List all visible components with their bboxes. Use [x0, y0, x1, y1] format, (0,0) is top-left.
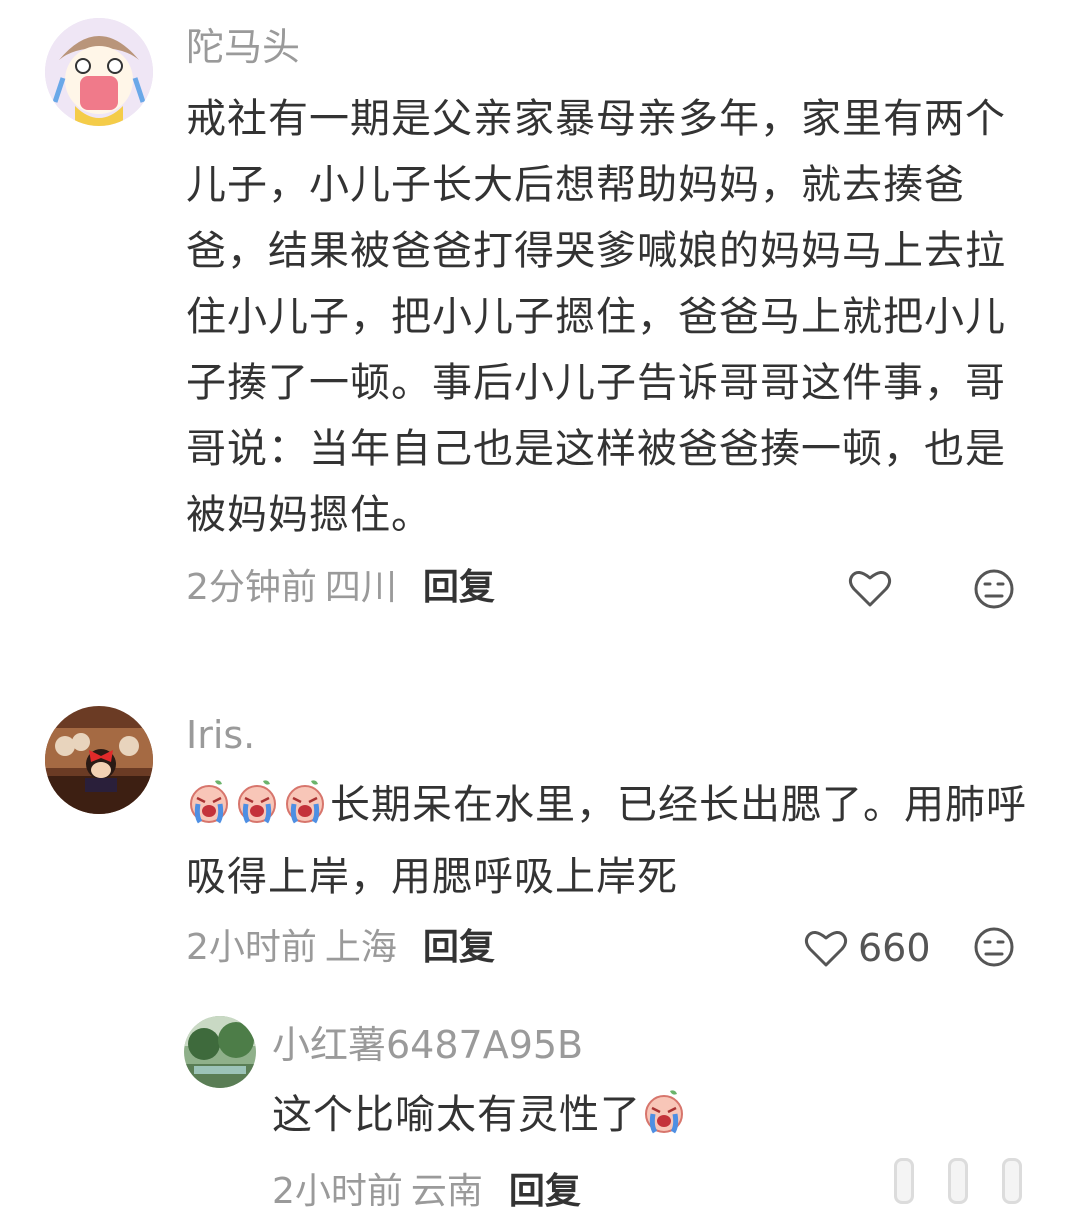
timestamp: 2小时前: [272, 1171, 403, 1212]
comment-text: 长期呆在水里，已经长出腮了。用肺呼吸得上岸，用腮呼吸上岸死: [186, 772, 1036, 910]
neutral-face-icon: [974, 569, 1014, 609]
dislike-button[interactable]: [973, 568, 1015, 610]
comment-text: 戒社有一期是父亲家暴母亲多年，家里有两个儿子，小儿子长大后想帮助妈妈，就去揍爸爸…: [186, 96, 1006, 538]
heart-outline-icon: [848, 571, 892, 607]
username[interactable]: Iris.: [186, 712, 255, 758]
comment-meta: 2分钟前 四川 回复: [186, 566, 495, 610]
comment-item: 陀马头 戒社有一期是父亲家暴母亲多年，家里有两个儿子，小儿子长大后想帮助妈妈，就…: [0, 0, 1080, 640]
reply-button[interactable]: 回复: [509, 1171, 581, 1212]
avatar[interactable]: [45, 18, 153, 126]
system-nav-indicator: [894, 1158, 1022, 1204]
like-button[interactable]: 660: [804, 926, 931, 970]
heart-outline-icon: [804, 931, 848, 967]
avatar[interactable]: [184, 1016, 256, 1088]
timestamp: 2小时前: [186, 927, 317, 968]
username[interactable]: 小红薯6487A95B: [272, 1022, 583, 1068]
nav-pill: [948, 1158, 968, 1204]
timestamp: 2分钟前: [186, 567, 317, 608]
reply-button[interactable]: 回复: [423, 927, 495, 968]
avatar[interactable]: [45, 706, 153, 814]
neutral-face-icon: [974, 927, 1014, 967]
like-count: 660: [858, 926, 931, 970]
crying-emoji-icon: [641, 1088, 687, 1154]
comment-meta: 2小时前 云南 回复: [272, 1170, 581, 1214]
nav-pill: [894, 1158, 914, 1204]
crying-emoji-icon: [282, 778, 328, 844]
comment-item: Iris. 长期呆在水里，已经长出腮了。用肺呼吸得上岸，用腮呼吸上岸死 2小时前…: [0, 700, 1080, 990]
comment-text-body: 这个比喻太有灵性了: [272, 1092, 641, 1138]
dislike-button[interactable]: [973, 926, 1015, 968]
location: 上海: [324, 927, 397, 968]
crying-emoji-icon: [186, 778, 232, 844]
reply-button[interactable]: 回复: [423, 567, 495, 608]
username[interactable]: 陀马头: [186, 24, 300, 70]
comment-meta: 2小时前 上海 回复: [186, 926, 495, 970]
comment-text: 这个比喻太有灵性了: [272, 1082, 1032, 1154]
crying-emoji-icon: [234, 778, 280, 844]
location: 云南: [410, 1171, 483, 1212]
location: 四川: [324, 567, 397, 608]
nav-pill: [1002, 1158, 1022, 1204]
like-button[interactable]: [848, 568, 892, 608]
